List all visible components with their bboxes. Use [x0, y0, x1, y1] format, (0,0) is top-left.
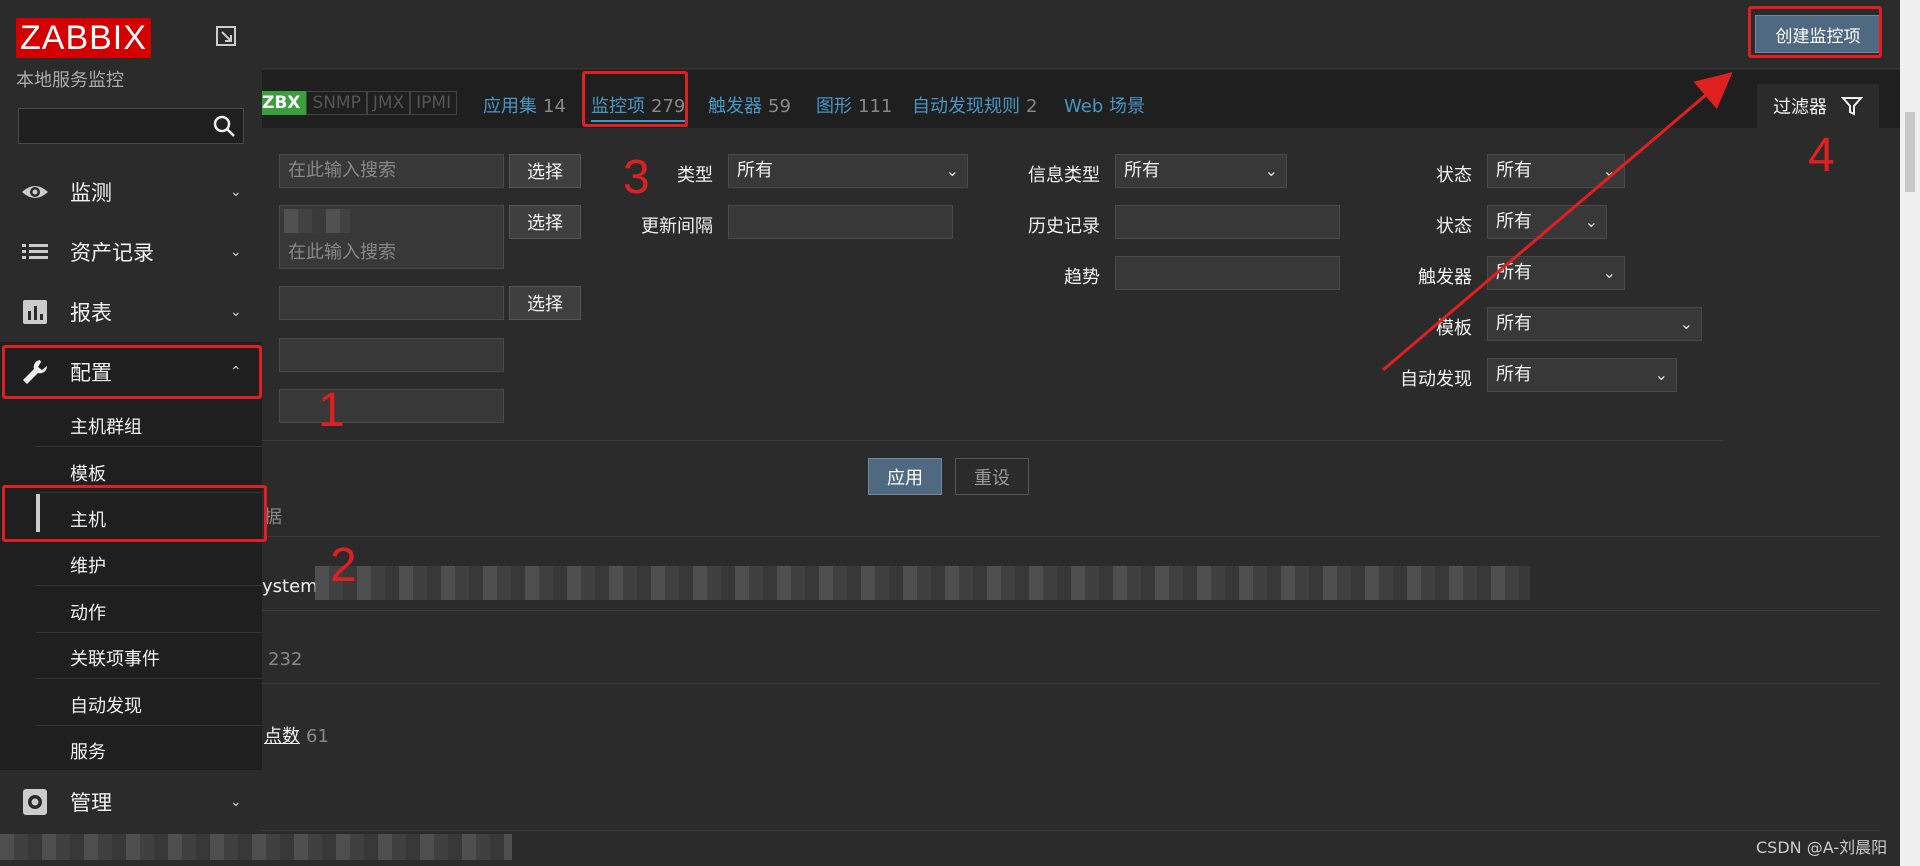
annotation-arrow	[1382, 72, 1733, 372]
watermark: CSDN @A-刘晨阳	[1756, 838, 1888, 857]
scrollbar-thumb[interactable]	[1905, 112, 1915, 192]
